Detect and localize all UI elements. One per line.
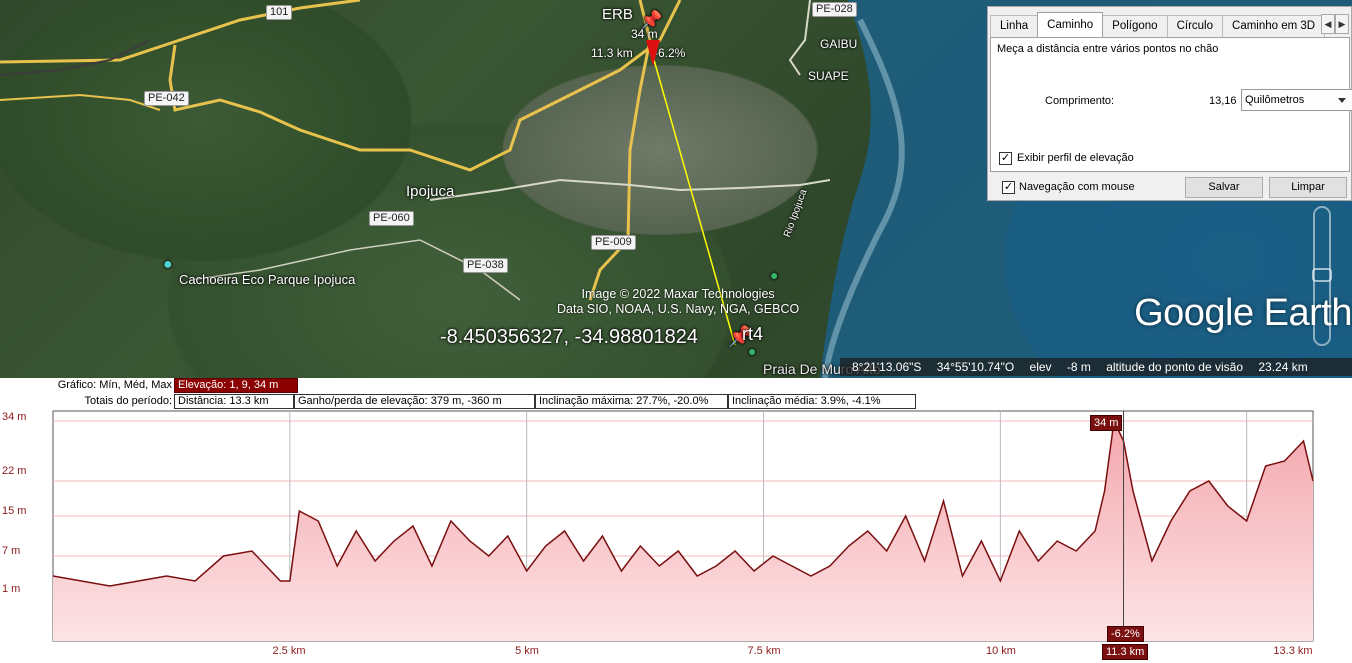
marker-elevation-label: 34 m xyxy=(631,27,658,41)
show-profile-checkbox[interactable]: ✓ xyxy=(999,152,1012,165)
status-eye-value: 23.24 km xyxy=(1258,360,1308,374)
status-elev-label: elev xyxy=(1029,360,1052,374)
status-eye-label: altitude do ponto de visão xyxy=(1106,360,1243,374)
tab-circulo[interactable]: Círculo xyxy=(1166,15,1224,37)
unit-select-value: Quilômetros xyxy=(1245,94,1305,106)
road-pe028-shield: PE-028 xyxy=(812,2,857,17)
ruler-tab-body: Meça a distância entre vários pontos no … xyxy=(990,37,1352,172)
tab-caminho-3d[interactable]: Caminho em 3D xyxy=(1222,15,1326,37)
place-pin-icon[interactable]: ● xyxy=(163,256,173,274)
y-tick-34: 34 m xyxy=(2,411,27,423)
road-pe060-shield: PE-060 xyxy=(369,211,414,226)
endpoint-label: rt4 xyxy=(742,324,764,344)
coordinates-overlay: -8.450356327, -34.98801824 xyxy=(440,326,699,348)
road-pe038-shield: PE-038 xyxy=(463,258,508,273)
mouse-nav-label: Navegação com mouse xyxy=(1019,181,1135,193)
x-tick-13-3km: 13.3 km xyxy=(1273,645,1313,657)
tab-caminho[interactable]: Caminho xyxy=(1037,12,1104,37)
save-button[interactable]: Salvar xyxy=(1185,177,1263,198)
tab-scroll-arrows: ◀ ▶ xyxy=(1321,14,1349,34)
x-tick-5km: 5 km xyxy=(515,645,539,657)
y-tick-15: 15 m xyxy=(2,505,27,517)
y-tick-1: 1 m xyxy=(2,583,21,595)
cursor-elevation-badge: 34 m xyxy=(1090,415,1123,431)
y-tick-22: 22 m xyxy=(2,465,27,477)
clear-button[interactable]: Limpar xyxy=(1269,177,1347,198)
tab-poligono[interactable]: Polígono xyxy=(1102,15,1168,37)
status-elev-value: -8 m xyxy=(1066,360,1091,374)
chevron-down-icon xyxy=(1338,98,1346,103)
mouse-nav-checkbox[interactable]: ✓ xyxy=(1002,181,1015,194)
x-tick-7-5km: 7.5 km xyxy=(747,645,781,657)
cursor-slope-badge: -6.2% xyxy=(1107,626,1144,642)
ruler-description: Meça a distância entre vários pontos no … xyxy=(997,43,1219,55)
x-tick-2-5km: 2.5 km xyxy=(272,645,306,657)
unit-select[interactable]: Quilômetros xyxy=(1241,89,1352,111)
suape-label: SUAPE xyxy=(808,69,849,83)
road-pe009-shield: PE-009 xyxy=(591,235,636,250)
status-lon: 34°55'10.74"O xyxy=(936,360,1015,374)
y-tick-7: 7 m xyxy=(2,545,21,557)
tab-left-arrow-icon[interactable]: ◀ xyxy=(1321,14,1335,34)
tab-linha[interactable]: Linha xyxy=(990,15,1039,37)
attribution-line-2: Data SIO, NOAA, U.S. Navy, NGA, GEBCO xyxy=(557,302,800,316)
length-value: 13,16 xyxy=(1209,95,1237,107)
cachoeira-label[interactable]: Cachoeira Eco Parque Ipojuca xyxy=(179,272,355,287)
length-label: Comprimento: xyxy=(1045,95,1115,107)
attribution-line-1: Image © 2022 Maxar Technologies xyxy=(581,287,775,301)
status-lat: 8°21'13.06"S xyxy=(852,360,922,374)
marker-distance-label: 11.3 km xyxy=(591,46,633,60)
road-101-shield: 101 xyxy=(266,5,293,20)
show-profile-label: Exibir perfil de elevação xyxy=(1017,152,1134,164)
imagery-attribution: Image © 2022 Maxar Technologies Data SIO… xyxy=(557,287,799,317)
status-bar: 8°21'13.06"S 34°55'10.74"O elev -8 m alt… xyxy=(840,358,1352,376)
ipojuca-label: Ipojuca xyxy=(406,183,455,200)
x-tick-10km: 10 km xyxy=(986,645,1016,657)
green-poi-icon[interactable]: ● xyxy=(770,267,778,283)
zoom-slider-knob[interactable] xyxy=(1312,268,1332,282)
elevation-profile-panel[interactable]: Gráfico: Mín, Méd, Max Elevação: 1, 9, 3… xyxy=(0,378,1352,663)
elevation-chart[interactable] xyxy=(0,378,1352,663)
cursor-distance-badge: 11.3 km xyxy=(1102,644,1149,660)
road-pe042-shield: PE-042 xyxy=(144,91,189,106)
tab-right-arrow-icon[interactable]: ▶ xyxy=(1335,14,1349,34)
ruler-dialog: Linha Caminho Polígono Círculo Caminho e… xyxy=(987,6,1352,201)
erb-label: ERB xyxy=(602,6,633,23)
path-cursor-marker-icon xyxy=(646,40,660,66)
ruler-tabs: Linha Caminho Polígono Círculo Caminho e… xyxy=(990,12,1326,37)
gaibu-label: GAIBU xyxy=(820,37,858,51)
